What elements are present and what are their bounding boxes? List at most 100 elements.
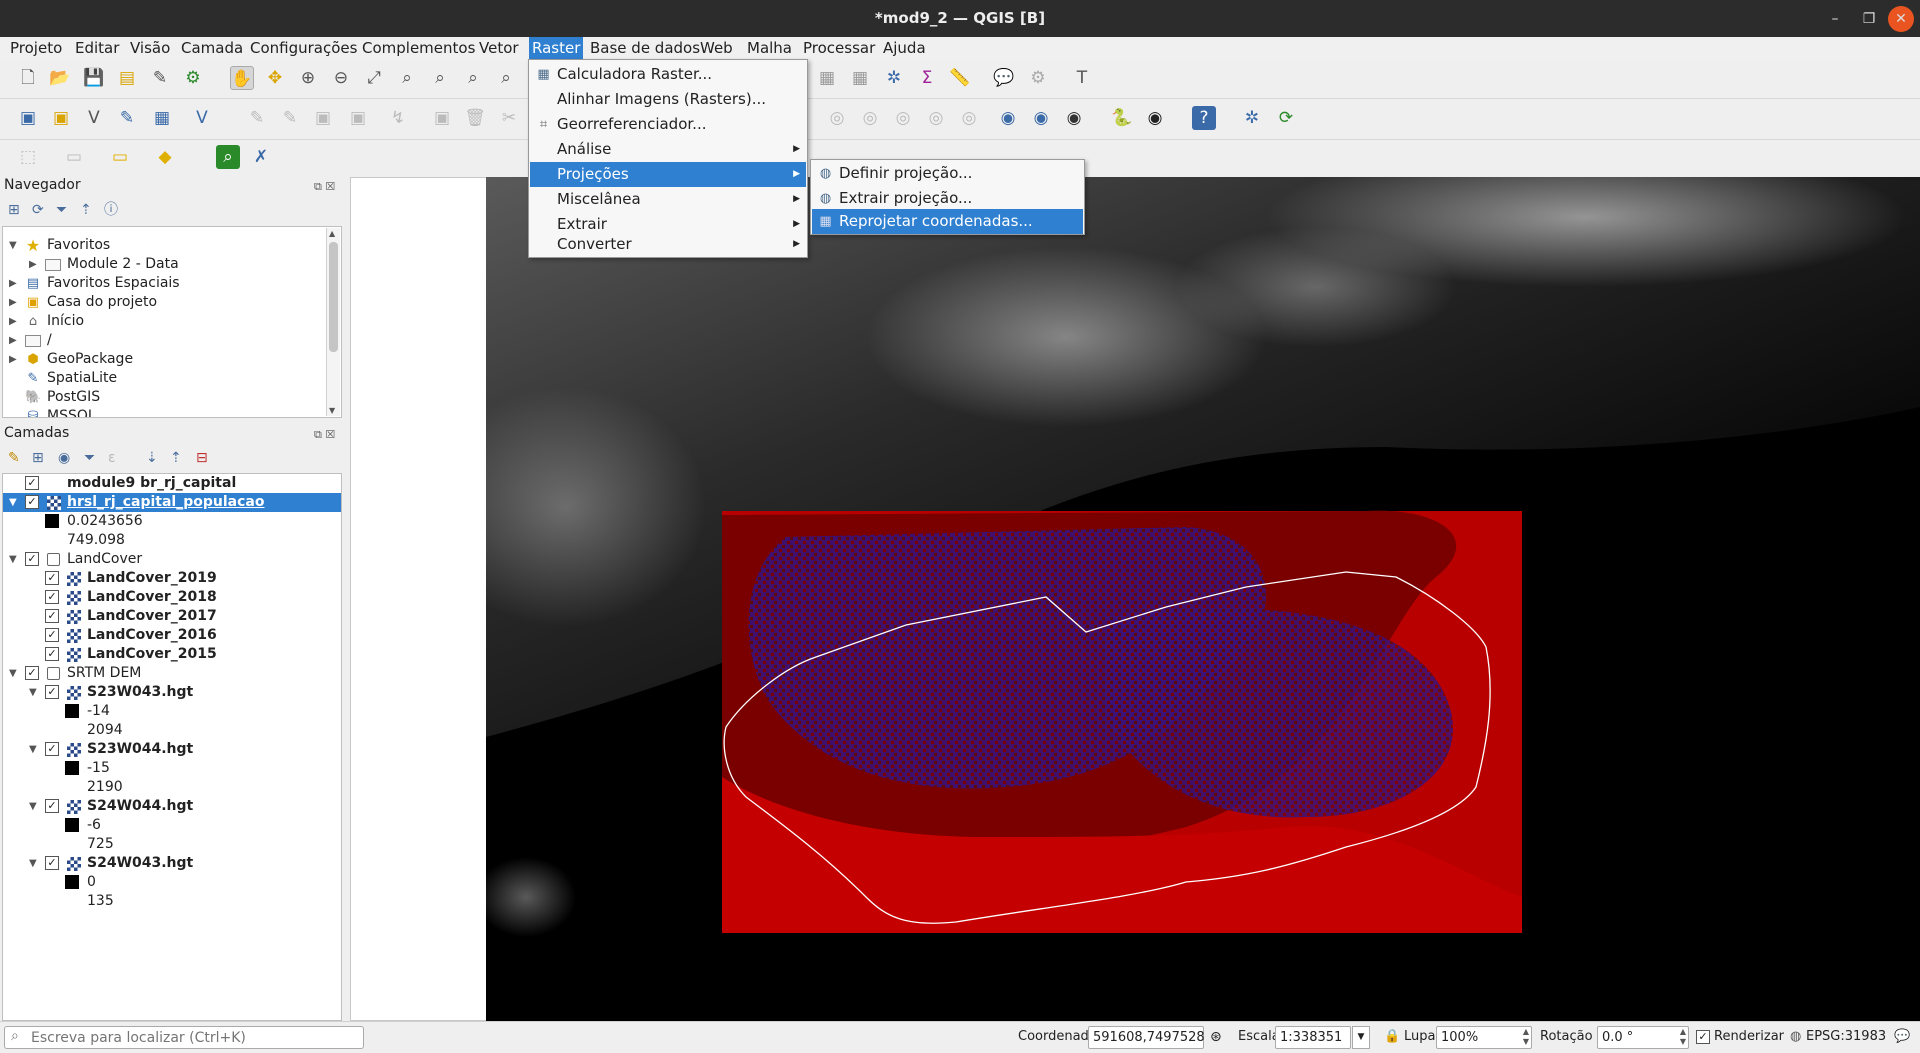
expand-icon[interactable]: ▼ xyxy=(29,854,37,873)
layer-visibility-checkbox[interactable]: ✓ xyxy=(25,666,39,680)
collapse-icon[interactable]: ▶ xyxy=(9,350,17,369)
menu-visao[interactable]: Visão xyxy=(127,37,173,61)
pan-map-icon[interactable]: ✋ xyxy=(230,66,254,90)
expand-icon[interactable]: ▼ xyxy=(9,664,17,683)
layout-manager-icon[interactable]: ✎ xyxy=(148,66,172,90)
nav-item-favoritos-espaciais[interactable]: Favoritos Espaciais xyxy=(47,274,180,293)
menu-camada[interactable]: Camada xyxy=(178,37,246,61)
new-project-icon[interactable]: 🗋 xyxy=(16,66,40,90)
render-checkbox[interactable]: ✓ xyxy=(1696,1030,1710,1044)
zoom-to-layer-icon[interactable]: ⌕ xyxy=(428,66,452,90)
remove-layer-icon[interactable]: ⊟ xyxy=(196,450,208,466)
menu-item-reprojetar-coordenadas[interactable]: ▦ Reprojetar coordenadas... xyxy=(812,209,1083,234)
nav-item-root[interactable]: / xyxy=(47,331,52,350)
spinbox-arrows-icon[interactable]: ▲ ▼ xyxy=(1680,1027,1686,1047)
navigator-panel-buttons[interactable]: ⧉ ☒ xyxy=(314,180,335,194)
annotation-icon[interactable]: ⚙ xyxy=(1026,66,1050,90)
menu-base-de-dados[interactable]: Base de dados xyxy=(587,37,703,61)
style-manager-icon[interactable]: ⚙ xyxy=(181,66,205,90)
globe-search-icon[interactable]: ◉ xyxy=(996,106,1020,130)
layer-visibility-checkbox[interactable]: ✓ xyxy=(45,799,59,813)
add-bookmark-icon[interactable]: ⊞ xyxy=(8,202,20,218)
new-layout-icon[interactable]: ▤ xyxy=(115,66,139,90)
layer-item[interactable]: module9 br_rj_capital xyxy=(67,474,236,493)
nav-item-module2[interactable]: Module 2 - Data xyxy=(67,255,179,274)
nav-item-geopackage[interactable]: GeoPackage xyxy=(47,350,133,369)
scroll-up-icon[interactable]: ▲ xyxy=(329,229,335,238)
layer-item[interactable]: S23W044.hgt xyxy=(87,740,193,759)
expand-icon[interactable]: ▼ xyxy=(29,740,37,759)
zoom-full-icon[interactable]: ⤢ xyxy=(362,66,386,90)
manage-theme-icon[interactable]: ◉ xyxy=(58,450,70,466)
zoom-native-icon[interactable]: ⌕ xyxy=(461,66,485,90)
layer-item[interactable]: LandCover_2019 xyxy=(87,569,217,588)
layer-visibility-checkbox[interactable]: ✓ xyxy=(45,571,59,585)
zoom-to-selection-icon[interactable]: ⌕ xyxy=(395,66,419,90)
expand-icon[interactable]: ▼ xyxy=(9,493,17,512)
edit-pencil-icon[interactable]: ✎ xyxy=(278,106,302,130)
scale-field[interactable]: 1:338351 xyxy=(1275,1026,1351,1049)
toggle-extents-icon[interactable]: ⊛ xyxy=(1210,1029,1222,1045)
navigator-scrollbar[interactable]: ▲ ▼ xyxy=(326,228,340,416)
magnifier-field[interactable]: 100% ▲ ▼ xyxy=(1436,1026,1532,1049)
open-project-icon[interactable]: 📂 xyxy=(48,66,72,90)
cut-features-icon[interactable]: ✂ xyxy=(497,106,521,130)
scroll-thumb[interactable] xyxy=(329,242,338,352)
lock-scale-icon[interactable]: 🔒 xyxy=(1384,1029,1400,1044)
help-icon[interactable]: ? xyxy=(1192,106,1216,130)
spinbox-arrows-icon[interactable]: ▲ ▼ xyxy=(1523,1027,1529,1047)
nav-item-mssql[interactable]: MSSQL xyxy=(47,407,96,417)
layer-visibility-checkbox[interactable]: ✓ xyxy=(45,742,59,756)
collapse-all-layers-icon[interactable]: ⇡ xyxy=(170,450,182,466)
map-tips-icon[interactable]: 💬 xyxy=(992,66,1016,90)
plugin-icon[interactable]: ✲ xyxy=(1240,106,1264,130)
menu-item-projecoes[interactable]: Projeções ▶ xyxy=(530,162,806,187)
menu-malha[interactable]: Malha xyxy=(744,37,795,61)
nav-item-casa-do-projeto[interactable]: Casa do projeto xyxy=(47,293,157,312)
zoom-last-icon[interactable]: ⌕ xyxy=(494,66,518,90)
select-location-icon[interactable]: ◆ xyxy=(153,145,177,169)
statistics-icon[interactable]: Σ xyxy=(915,66,939,90)
digitize-icon[interactable]: ✎ xyxy=(115,106,139,130)
modify-attributes-icon[interactable]: ▣ xyxy=(430,106,454,130)
menu-item-miscelanea[interactable]: Miscelânea ▶ xyxy=(530,187,806,212)
scale-dropdown-icon[interactable]: ▼ xyxy=(1352,1026,1370,1049)
deselect-all-icon[interactable]: ▭ xyxy=(108,145,132,169)
layer-item[interactable]: LandCover_2015 xyxy=(87,645,217,664)
menu-ajuda[interactable]: Ajuda xyxy=(880,37,929,61)
reload-plugin-icon[interactable]: ⟳ xyxy=(1274,106,1298,130)
menu-item-calculadora-raster[interactable]: ▦ Calculadora Raster... xyxy=(530,62,806,87)
python-console-icon[interactable]: 🐍 xyxy=(1110,106,1134,130)
collapse-icon[interactable]: ▶ xyxy=(9,312,17,331)
attribute-table-icon[interactable]: ▦ xyxy=(815,66,839,90)
collapse-icon[interactable]: ▶ xyxy=(9,331,17,350)
collapse-icon[interactable]: ▶ xyxy=(9,293,17,312)
layer-visibility-checkbox[interactable]: ✓ xyxy=(45,685,59,699)
nav-item-postgis[interactable]: PostGIS xyxy=(47,388,100,407)
menu-editar[interactable]: Editar xyxy=(72,37,122,61)
menu-configuracoes[interactable]: Configurações xyxy=(247,37,360,61)
map-canvas[interactable] xyxy=(486,177,1920,1021)
menu-item-definir-projecao[interactable]: ◍ Definir projeção... xyxy=(812,161,1083,186)
label-show-icon[interactable]: ◎ xyxy=(891,106,915,130)
select-features-icon[interactable]: ⬚ xyxy=(16,145,40,169)
text-annotation-icon[interactable]: T xyxy=(1070,66,1094,90)
label-tool-icon[interactable]: ◎ xyxy=(825,106,849,130)
menu-item-analise[interactable]: Análise ▶ xyxy=(530,137,806,162)
layer-visibility-checkbox[interactable]: ✓ xyxy=(45,856,59,870)
virtual-layer-icon[interactable]: V xyxy=(190,106,214,130)
label-rotate-icon[interactable]: ◎ xyxy=(957,106,981,130)
rotation-field[interactable]: 0.0 ° ▲ ▼ xyxy=(1597,1026,1689,1049)
expand-icon[interactable]: ▼ xyxy=(29,797,37,816)
collapse-icon[interactable]: ▶ xyxy=(29,255,37,274)
layer-visibility-checkbox[interactable]: ✓ xyxy=(45,609,59,623)
expand-icon[interactable]: ▼ xyxy=(9,550,17,569)
filter-legend-icon[interactable]: ⏷ xyxy=(84,450,95,466)
layer-group[interactable]: SRTM DEM xyxy=(67,664,141,683)
field-calculator-icon[interactable]: ▦ xyxy=(848,66,872,90)
coordinate-field[interactable]: 591608,7497528 xyxy=(1088,1026,1205,1049)
menu-complementos[interactable]: Complementos xyxy=(359,37,478,61)
menu-item-converter[interactable]: Converter ▶ xyxy=(530,232,806,257)
menu-item-alinhar-imagens[interactable]: Alinhar Imagens (Rasters)... xyxy=(530,87,806,112)
coordinate-capture-icon[interactable]: ✗ xyxy=(249,145,273,169)
